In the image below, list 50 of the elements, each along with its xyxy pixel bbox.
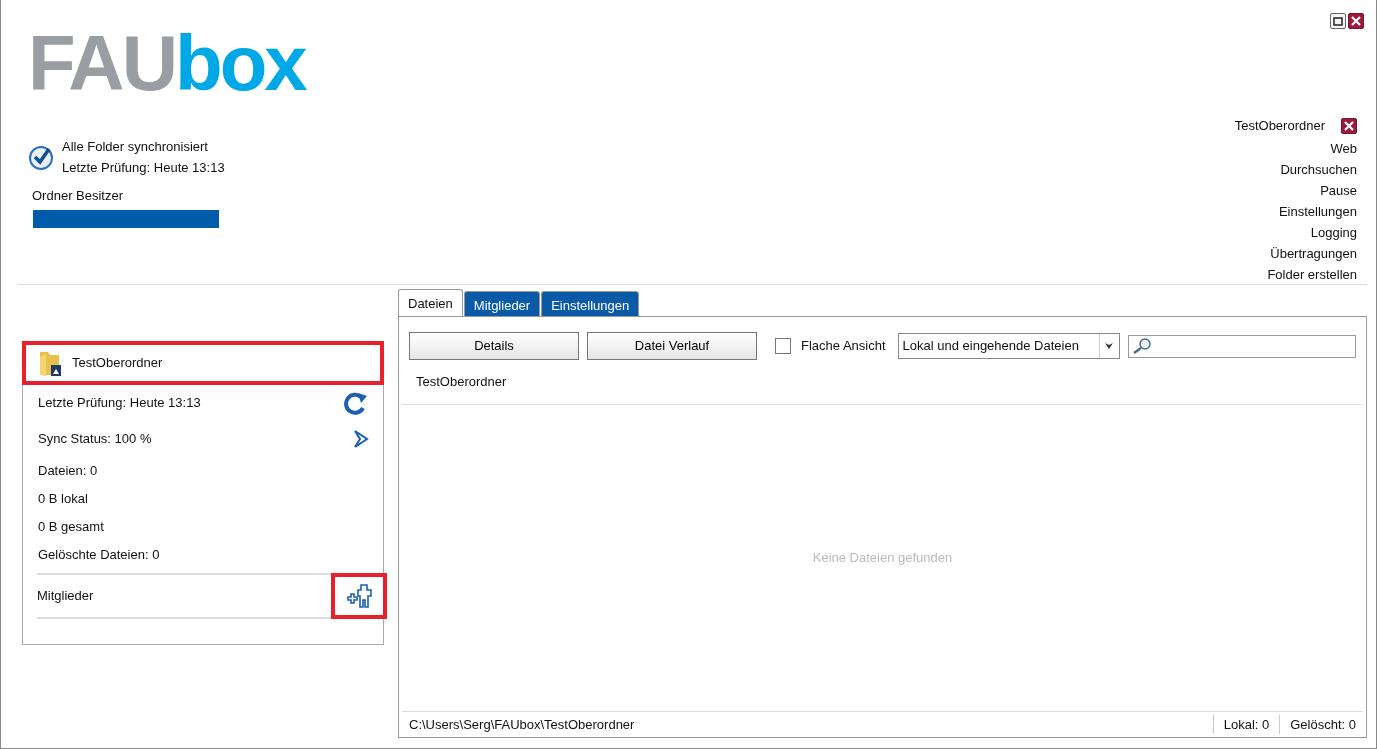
flat-view-checkbox[interactable] — [775, 338, 791, 354]
members-label: Mitglieder — [37, 587, 94, 606]
filter-dropdown[interactable]: Lokal und eingehende Dateien — [897, 333, 1120, 359]
info-text: Gelöschte Dateien: 0 — [38, 546, 160, 565]
checkbox-label: Flache Ansicht — [801, 337, 886, 356]
owner-label: Ordner Besitzer — [32, 187, 125, 205]
tab[interactable]: Einstellungen — [541, 291, 640, 317]
menu-link[interactable]: Logging — [1310, 223, 1357, 241]
last-check-text: Letzte Prüfung: Heute 13:13 — [62, 159, 225, 177]
path-text: C:\Users\Serg\FAUbox\TestOberordner — [409, 715, 636, 734]
deleted-count: Gelöscht: 0 — [1279, 714, 1356, 735]
caret-icon — [1104, 342, 1115, 350]
tab[interactable]: Dateien — [398, 289, 463, 317]
maximize-icon — [1333, 16, 1343, 26]
logo-text: box — [175, 24, 305, 102]
close-icon — [1344, 120, 1354, 131]
search-icon — [1131, 337, 1154, 355]
empty-message: Keine Dateien gefunden — [812, 549, 953, 567]
info-text: 0 B lokal — [38, 490, 88, 509]
breadcrumb-text: TestOberordner — [402, 360, 1363, 405]
folder-icon — [38, 349, 62, 377]
close-icon — [1351, 16, 1361, 26]
info-text: 0 B gesamt — [38, 518, 104, 537]
info-text: Letzte Prüfung: Heute 13:13 — [38, 394, 201, 413]
logo-text: FAU — [28, 24, 175, 102]
local-count: Lokal: 0 — [1212, 714, 1270, 735]
toolbar-button[interactable]: Datei Verlauf — [587, 332, 757, 360]
menu-link[interactable]: Einstellungen — [1278, 202, 1357, 220]
menu-link[interactable]: Folder erstellen — [1267, 265, 1357, 283]
chevron-icon[interactable] — [353, 429, 369, 449]
check-icon — [28, 144, 54, 170]
toolbar-button[interactable]: Details — [409, 332, 579, 360]
info-text: Dateien: 0 — [38, 462, 98, 481]
folder-name-text: TestOberordner — [1234, 117, 1325, 135]
add-member-button[interactable] — [331, 573, 387, 619]
sync-status-text: Alle Folder synchronisiert — [62, 138, 209, 156]
menu-link[interactable]: Übertragungen — [1270, 244, 1357, 262]
add-person-icon — [345, 583, 373, 609]
tab[interactable]: Mitglieder — [463, 291, 541, 317]
info-text: Sync Status: 100 % — [38, 430, 152, 449]
folder-header[interactable]: TestOberordner — [22, 341, 384, 385]
close-folder-button[interactable] — [1341, 117, 1357, 134]
menu-link[interactable]: Web — [1330, 139, 1357, 157]
close-button[interactable] — [1348, 13, 1364, 29]
refresh-icon[interactable] — [343, 391, 369, 415]
menu-link[interactable]: Durchsuchen — [1280, 160, 1357, 178]
folder-name: TestOberordner — [72, 354, 163, 373]
menu-link[interactable]: Pause — [1320, 181, 1357, 199]
search-field[interactable] — [1127, 334, 1356, 358]
maximize-button[interactable] — [1330, 13, 1346, 29]
